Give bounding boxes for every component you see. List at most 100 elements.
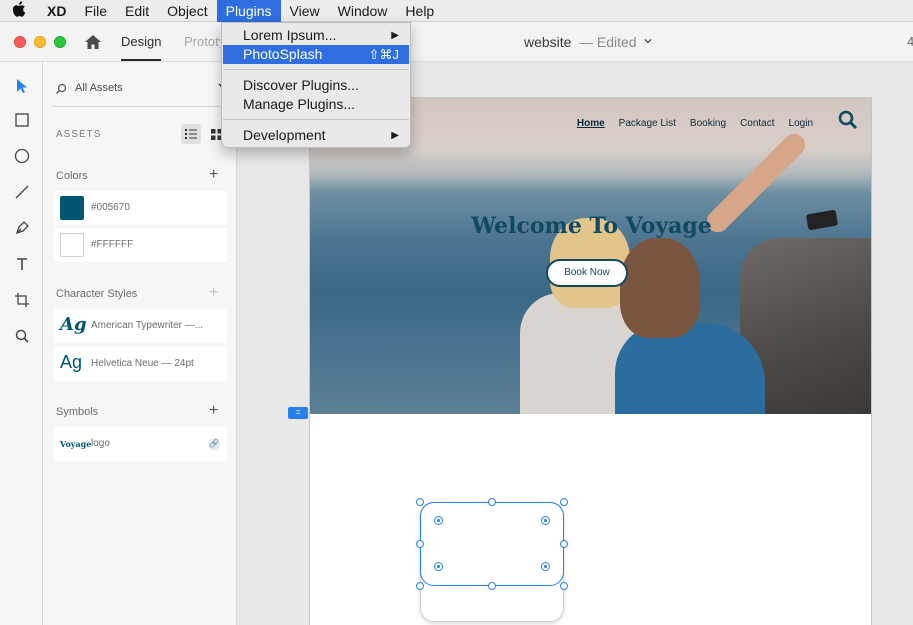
menu-xd[interactable]: XD — [38, 0, 75, 22]
menu-window[interactable]: Window — [329, 0, 397, 22]
text-tool-icon[interactable] — [12, 254, 32, 274]
search-icon — [55, 82, 67, 100]
select-tool-icon[interactable] — [12, 76, 32, 96]
color-swatch — [60, 233, 84, 257]
menu-separator — [223, 119, 409, 120]
artboard-tool-icon[interactable] — [12, 290, 32, 310]
pen-tool-icon[interactable] — [12, 218, 32, 238]
menu-separator — [223, 69, 409, 70]
document-status: — Edited — [579, 34, 637, 50]
menu-item-photosplash[interactable]: PhotoSplash ⇧⌘J — [223, 45, 409, 64]
resize-handle[interactable] — [560, 498, 568, 506]
list-view-button[interactable] — [181, 124, 201, 144]
colors-header: Colors — [56, 170, 88, 182]
ellipse-tool-icon[interactable] — [12, 146, 32, 166]
symbol-asset-row[interactable]: Voyage logo 🔗 — [54, 427, 227, 461]
resize-handle[interactable] — [560, 582, 568, 590]
home-icon[interactable] — [84, 34, 102, 50]
corner-radius-handle[interactable] — [434, 562, 443, 571]
color-asset-row[interactable]: #005670 — [54, 191, 227, 225]
close-window-button[interactable] — [14, 36, 26, 48]
menu-item-manage-plugins[interactable]: Manage Plugins... — [223, 95, 409, 114]
symbol-label: logo — [91, 438, 110, 449]
add-color-button[interactable]: + — [209, 167, 218, 183]
menu-view[interactable]: View — [281, 0, 329, 22]
add-character-style-button[interactable]: + — [209, 285, 218, 301]
search-icon[interactable] — [837, 109, 859, 136]
hero-headline: Welcome To Voyage — [471, 213, 712, 239]
repeat-grid-handle[interactable]: = — [288, 407, 308, 419]
corner-radius-handle[interactable] — [434, 516, 443, 525]
site-nav-contact[interactable]: Contact — [740, 118, 774, 129]
selected-rectangle[interactable] — [420, 502, 564, 586]
edge-text: 4 — [907, 34, 913, 49]
site-nav-booking[interactable]: Booking — [690, 118, 726, 129]
tab-prototype[interactable]: Prototype — [184, 34, 220, 49]
assets-filter[interactable]: All Assets — [53, 80, 229, 98]
resize-handle[interactable] — [416, 498, 424, 506]
corner-radius-handle[interactable] — [541, 562, 550, 571]
zoom-tool-icon[interactable] — [12, 326, 32, 346]
chevron-down-icon[interactable] — [643, 35, 653, 49]
symbols-header: Symbols — [56, 406, 99, 418]
list-icon — [185, 129, 197, 139]
submenu-arrow-icon: ▶ — [391, 30, 399, 41]
book-now-button[interactable]: Book Now — [546, 259, 628, 287]
resize-handle[interactable] — [560, 540, 568, 548]
assets-filter-label: All Assets — [75, 82, 123, 94]
site-nav-login[interactable]: Login — [789, 118, 813, 129]
rectangle-tool-icon[interactable] — [12, 110, 32, 130]
site-nav-package-list[interactable]: Package List — [619, 118, 676, 129]
link-icon: 🔗 — [208, 438, 220, 450]
character-style-preview: Ag — [60, 352, 83, 372]
add-symbol-button[interactable]: + — [209, 403, 218, 419]
character-style-label: Helvetica Neue — 24pt — [91, 358, 194, 369]
menu-item-label: Discover Plugins... — [243, 77, 359, 93]
character-style-row[interactable]: Ag American Typewriter —... — [54, 309, 227, 343]
character-styles-header: Character Styles — [56, 288, 138, 300]
menu-item-lorem-ipsum[interactable]: Lorem Ipsum... ▶ — [223, 26, 409, 45]
resize-handle[interactable] — [488, 582, 496, 590]
site-nav: Home Package List Booking Contact Login — [563, 118, 813, 129]
hero-person — [620, 238, 700, 338]
color-label: #005670 — [91, 202, 130, 213]
plugins-dropdown-menu: Lorem Ipsum... ▶ PhotoSplash ⇧⌘J Discove… — [221, 22, 411, 148]
corner-radius-handle[interactable] — [541, 516, 550, 525]
menu-item-development[interactable]: Development ▶ — [223, 126, 409, 145]
grid-icon — [210, 128, 222, 140]
menu-plugins[interactable]: Plugins — [216, 0, 281, 22]
resize-handle[interactable] — [416, 540, 424, 548]
document-title: website — [524, 34, 572, 50]
assets-panel: All Assets ASSETS Colors + #005670 #FFFF… — [43, 62, 237, 625]
apple-menu-icon[interactable] — [0, 0, 38, 21]
resize-handle[interactable] — [416, 582, 424, 590]
zoom-window-button[interactable] — [54, 36, 66, 48]
menu-item-label: Lorem Ipsum... — [243, 27, 337, 43]
menu-item-label: Manage Plugins... — [243, 96, 356, 112]
line-tool-icon[interactable] — [12, 182, 32, 202]
menu-bar: XD File Edit Object Plugins View Window … — [0, 0, 913, 22]
menu-object[interactable]: Object — [158, 0, 216, 22]
window-titlebar: Design Prototype website — Edited 4 — [0, 22, 913, 62]
site-nav-home[interactable]: Home — [577, 118, 605, 129]
menu-item-label: Development — [243, 127, 326, 143]
color-asset-row[interactable]: #FFFFFF — [54, 228, 227, 262]
character-style-preview: Ag — [60, 314, 87, 335]
minimize-window-button[interactable] — [34, 36, 46, 48]
color-label: #FFFFFF — [91, 239, 134, 250]
menu-edit[interactable]: Edit — [116, 0, 158, 22]
symbol-thumbnail: Voyage — [60, 439, 92, 449]
menu-help[interactable]: Help — [396, 0, 443, 22]
artboard[interactable]: Home Package List Booking Contact Login … — [309, 97, 872, 625]
assets-title: ASSETS — [56, 129, 102, 140]
tab-design[interactable]: Design — [121, 34, 162, 61]
character-style-row[interactable]: Ag Helvetica Neue — 24pt — [54, 347, 227, 381]
menu-file[interactable]: File — [75, 0, 116, 22]
resize-handle[interactable] — [488, 498, 496, 506]
submenu-arrow-icon: ▶ — [391, 130, 399, 141]
menu-item-shortcut: ⇧⌘J — [368, 47, 399, 62]
tools-toolbar — [0, 62, 43, 625]
color-swatch — [60, 196, 84, 220]
menu-item-discover-plugins[interactable]: Discover Plugins... — [223, 76, 409, 95]
hero-person — [615, 323, 765, 414]
